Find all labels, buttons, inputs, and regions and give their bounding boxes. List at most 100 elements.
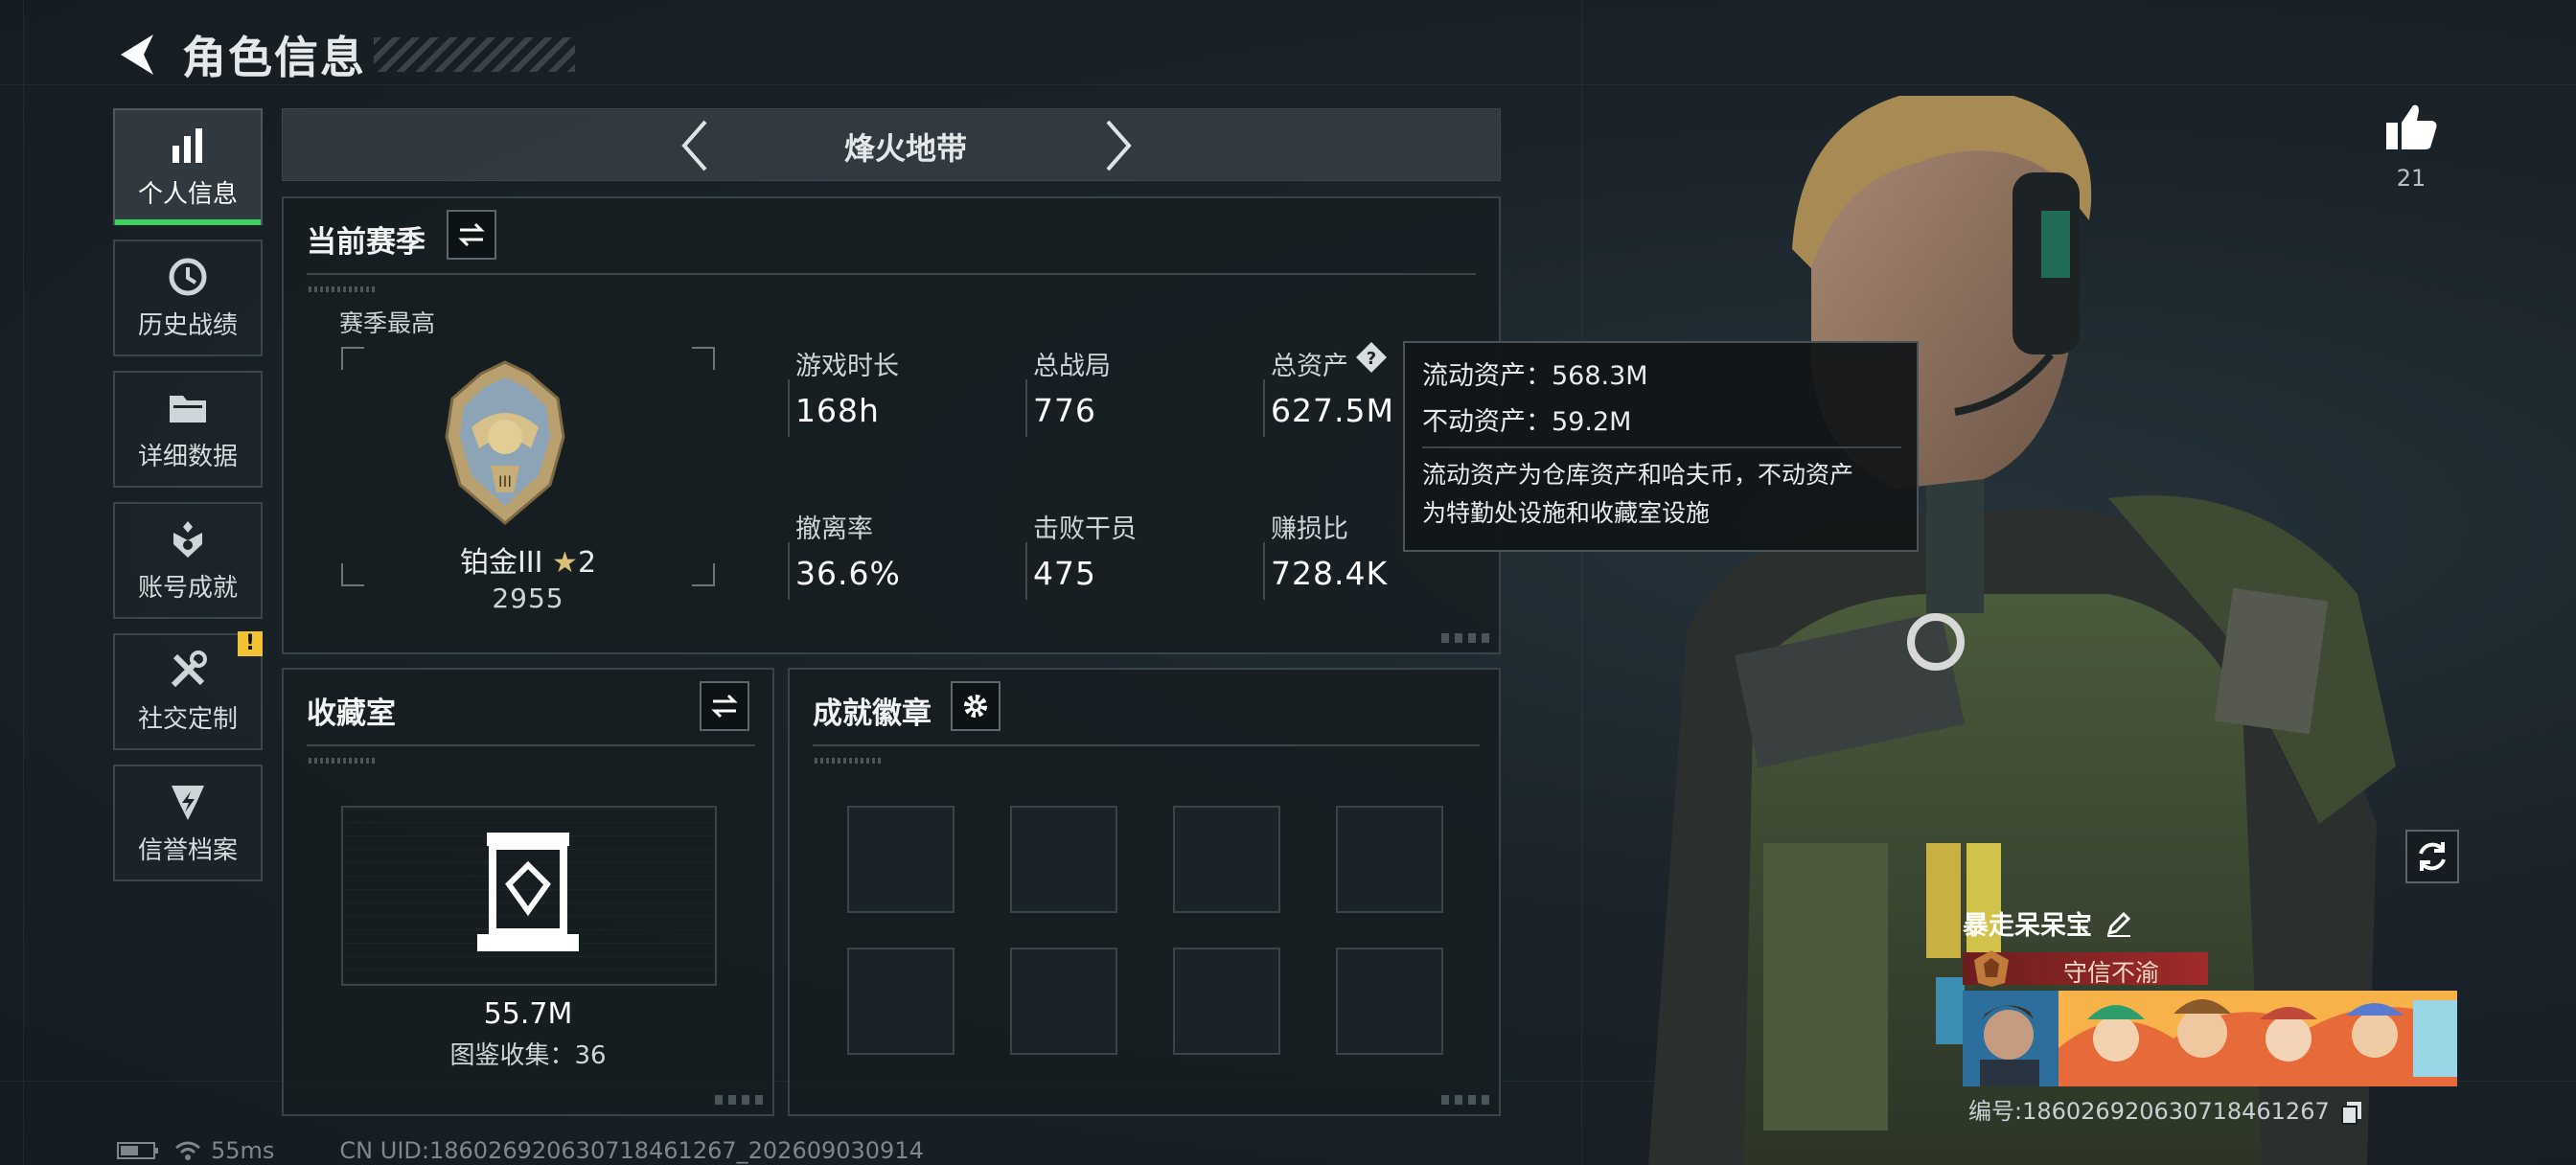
badge-slot[interactable] — [847, 806, 954, 913]
stat-extraction-rate: 撤离率 36.6% — [795, 508, 901, 592]
stat-value: 776 — [1033, 392, 1096, 429]
sidebar-item-personal-info[interactable]: 个人信息 — [113, 108, 263, 225]
mode-name: 烽火地带 — [843, 130, 967, 167]
player-title: 守信不渝 — [2062, 959, 2159, 987]
banner-artwork — [1963, 991, 2457, 1086]
badge-slot[interactable] — [1336, 948, 1443, 1055]
stat-label: 撤离率 — [795, 514, 873, 544]
stat-label: 击败干员 — [1033, 514, 1137, 544]
collection-switch-button[interactable] — [700, 681, 749, 731]
stat-value: 728.4K — [1271, 555, 1389, 592]
corner-deco — [1441, 633, 1489, 643]
divider — [813, 744, 1480, 746]
back-arrow-icon — [121, 34, 153, 75]
corner-deco — [715, 1095, 763, 1105]
badge-slot[interactable] — [847, 948, 954, 1055]
tooltip-divider — [1422, 446, 1901, 448]
copy-id-button[interactable] — [2340, 1100, 2363, 1125]
achievement-icon — [167, 518, 209, 560]
divider — [307, 744, 755, 746]
stat-label: 赚损比 — [1271, 514, 1348, 544]
sidebar-item-label: 个人信息 — [137, 179, 238, 209]
stat-label: 总战局 — [1033, 352, 1111, 381]
tooltip-note-line-1: 流动资产为仓库资产和哈夫币，不动资产 — [1422, 461, 1854, 489]
collection-value: 55.7M — [483, 997, 573, 1031]
sidebar-item-label: 详细数据 — [137, 442, 238, 471]
tooltip-note-line-2: 为特勤处设施和收藏室设施 — [1422, 499, 1711, 527]
ping-value: 55ms — [211, 1137, 275, 1164]
sidebar-item-achievements[interactable]: 账号成就 — [113, 502, 263, 619]
stat-operators-defeated: 击败干员 475 — [1033, 508, 1137, 592]
stat-value: 475 — [1033, 555, 1096, 592]
svg-text:?: ? — [1367, 349, 1376, 369]
mode-next-button[interactable] — [1090, 117, 1147, 174]
assets-help-button[interactable]: ? — [1355, 341, 1388, 374]
season-title: 当前赛季 — [307, 225, 426, 260]
badges-title: 成就徽章 — [813, 697, 932, 731]
player-id: 编号:18602692063071846126​7 — [1968, 1098, 2330, 1125]
badge-slot[interactable] — [1010, 948, 1117, 1055]
title-decoration — [374, 37, 575, 72]
tools-icon — [167, 650, 209, 692]
sidebar-item-credit-file[interactable]: 信誉档案 — [113, 765, 263, 881]
title-emblem-icon — [1974, 950, 2009, 987]
player-banner[interactable] — [1963, 991, 2457, 1086]
sidebar-nav: 个人信息 历史战绩 详细数据 账号成就 ! 社交定制 信誉档案 — [113, 108, 263, 896]
platinum-rank-emblem: III — [445, 360, 565, 525]
rank-line: 铂金III ★2 — [341, 538, 715, 581]
badge-slot[interactable] — [1173, 948, 1280, 1055]
chevron-right-icon — [1106, 120, 1132, 171]
assets-tooltip: 流动资产：568.3M 不动资产：59.2M 流动资产为仓库资产和哈夫币，不动资… — [1403, 341, 1919, 552]
deco-text — [309, 286, 376, 292]
divider — [307, 273, 1476, 275]
pencil-icon — [2106, 911, 2131, 937]
refresh-character-button[interactable] — [2405, 830, 2459, 883]
wifi-icon — [175, 1141, 200, 1160]
collection-title: 收藏室 — [307, 697, 396, 731]
season-switch-button[interactable] — [447, 210, 496, 260]
like-button[interactable]: 21 — [2382, 103, 2440, 192]
warning-badge: ! — [238, 631, 263, 656]
mode-prev-button[interactable] — [666, 117, 724, 174]
folder-icon — [167, 387, 209, 429]
copy-icon — [2341, 1102, 2362, 1125]
uid-text: CN UID:18602692063071846126​7_2026090309… — [339, 1137, 924, 1164]
display-case-icon — [477, 833, 579, 951]
refresh-icon — [2419, 842, 2446, 871]
stat-value: 168h — [795, 392, 880, 429]
sidebar-item-detailed-data[interactable]: 详细数据 — [113, 371, 263, 488]
edit-name-button[interactable] — [2105, 910, 2132, 937]
sidebar-item-label: 社交定制 — [137, 704, 238, 734]
badge-slot[interactable] — [1173, 806, 1280, 913]
tooltip-liquid-assets: 流动资产：568.3M — [1422, 361, 1648, 391]
tooltip-fixed-assets: 不动资产：59.2M — [1422, 407, 1632, 437]
collection-catalog: 图鉴收集：36 — [449, 1041, 607, 1070]
stat-label: 游戏时长 — [795, 352, 899, 381]
deco-text — [309, 758, 376, 764]
page-header: 角色信息 — [113, 21, 575, 88]
sidebar-item-history[interactable]: 历史战绩 — [113, 240, 263, 356]
player-name: 暴走呆呆宝 — [1963, 911, 2092, 941]
history-icon — [167, 256, 209, 298]
stat-value: 36.6% — [795, 555, 901, 592]
swap-icon — [711, 694, 738, 719]
stat-total-matches: 总战局 776 — [1033, 345, 1111, 429]
badge-slot[interactable] — [1010, 806, 1117, 913]
svg-text:III: III — [498, 472, 512, 491]
mode-selector: 烽火地带 — [282, 108, 1501, 181]
badge-slot[interactable] — [1336, 806, 1443, 913]
back-button[interactable] — [113, 28, 159, 81]
achievement-badges-panel: 成就徽章 — [788, 668, 1501, 1116]
rank-stars: 2 — [577, 546, 597, 580]
stat-value: 627.5M — [1271, 392, 1394, 429]
corner-deco — [1441, 1095, 1489, 1105]
thumbs-up-icon — [2386, 104, 2437, 149]
page-title: 角色信息 — [182, 32, 366, 83]
bar-chart-icon — [167, 125, 209, 167]
player-card: 暴走呆呆宝 守信不渝 编号:18602692063071846126​7 — [1963, 904, 2457, 1129]
rank-score: 2955 — [492, 582, 564, 614]
sidebar-item-social-custom[interactable]: ! 社交定制 — [113, 631, 263, 750]
badge-settings-button[interactable] — [951, 681, 1000, 731]
help-diamond-icon: ? — [1356, 342, 1387, 373]
sidebar-item-label: 账号成就 — [137, 573, 238, 603]
